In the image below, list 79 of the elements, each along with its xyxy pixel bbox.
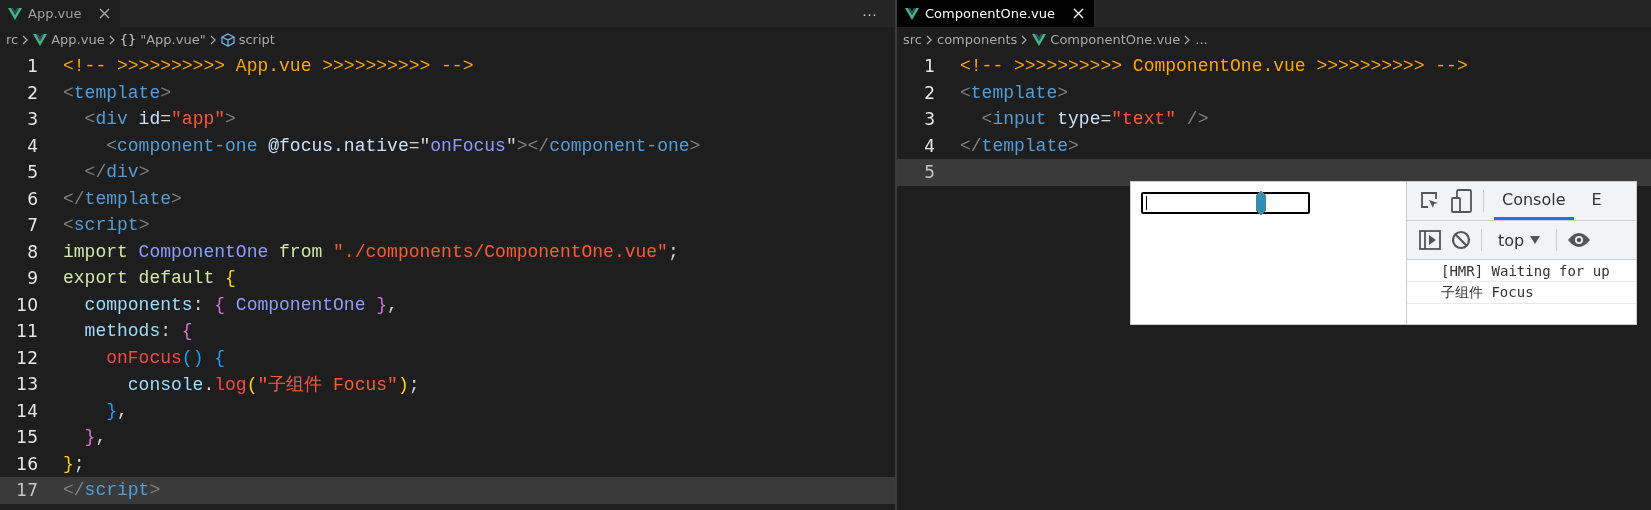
- vue-logo-icon: [33, 33, 48, 46]
- code-line: <component-one @focus.native="onFocus"></component-one>: [105, 135, 701, 156]
- breadcrumb-item[interactable]: ComponentOne.vue: [1050, 32, 1181, 47]
- cube-icon: [220, 32, 235, 47]
- code-line: </div>: [83, 162, 150, 183]
- code-line: <div id="app">: [83, 109, 236, 130]
- caret-icon: [1530, 236, 1541, 244]
- context-dropdown[interactable]: top: [1492, 229, 1547, 251]
- sidebar-toggle-icon[interactable]: [1419, 230, 1441, 250]
- code-line: </template>: [63, 188, 182, 209]
- code-line: components: { ComponentOne },: [83, 294, 398, 315]
- line-number: 7: [26, 215, 38, 236]
- vue-logo-icon: [8, 7, 22, 20]
- breadcrumb-item[interactable]: rc: [6, 32, 19, 47]
- line-number: 1: [923, 56, 935, 77]
- line-number: 2: [923, 82, 935, 103]
- close-icon[interactable]: [99, 8, 111, 19]
- line-number: 2: [26, 82, 38, 103]
- code-line: onFocus() {: [105, 347, 226, 368]
- line-number: 15: [15, 427, 38, 448]
- braces-symbol: {}: [119, 32, 137, 47]
- breadcrumb-item[interactable]: "App.vue": [140, 32, 206, 47]
- devtools-tab[interactable]: E: [1583, 182, 1610, 220]
- line-number: 9: [26, 268, 38, 289]
- code-line: <!-- >>>>>>>>>> App.vue >>>>>>>>>> -->: [63, 56, 474, 77]
- code-line: <input type="text" />: [980, 109, 1209, 130]
- breadcrumb-item[interactable]: components: [937, 32, 1018, 47]
- gem-icon: [1256, 191, 1266, 215]
- code-line: </template>: [960, 135, 1079, 156]
- line-number: 10: [15, 294, 38, 315]
- chevron-right-icon: [1184, 34, 1192, 45]
- line-number: 14: [15, 400, 38, 421]
- chevron-right-icon: [22, 34, 30, 45]
- text-input[interactable]: [1141, 192, 1310, 214]
- line-number: 12: [15, 347, 38, 368]
- line-number: 5: [26, 162, 38, 183]
- console-message: 子组件 Focus: [1407, 282, 1636, 304]
- code-line: },: [105, 400, 128, 421]
- chevron-right-icon: [108, 34, 116, 45]
- breadcrumb-item[interactable]: App.vue: [51, 32, 105, 47]
- chevron-right-icon: [926, 34, 933, 45]
- code-line: <template>: [960, 82, 1069, 103]
- code-line: </script>: [63, 480, 161, 501]
- code-line: console.log("子组件 Focus");: [126, 374, 420, 397]
- editor-tab[interactable]: ComponentOne.vue: [897, 0, 1094, 27]
- code-line: import ComponentOne from "./components/ComponentOne.vue";: [63, 241, 679, 262]
- vue-logo-icon: [905, 7, 919, 20]
- line-number: 8: [26, 241, 38, 262]
- editor-tab[interactable]: App.vue: [0, 0, 121, 27]
- more-actions-button[interactable]: ···: [844, 0, 895, 27]
- vue-logo-icon: [1032, 33, 1047, 46]
- line-number: 1: [26, 56, 38, 77]
- line-number: 11: [15, 321, 38, 342]
- line-number: 13: [15, 374, 38, 395]
- console-message: [HMR] Waiting for up: [1407, 260, 1636, 282]
- breadcrumb-item[interactable]: src: [903, 32, 922, 47]
- code-line: },: [83, 427, 107, 448]
- breadcrumb-item[interactable]: ...: [1195, 32, 1208, 47]
- code-line: <script>: [63, 215, 150, 236]
- chevron-right-icon: [1021, 34, 1029, 45]
- breadcrumb-item[interactable]: script: [238, 32, 275, 47]
- device-toolbar-icon[interactable]: [1451, 189, 1473, 213]
- eye-icon[interactable]: [1567, 232, 1592, 248]
- code-line: <!-- >>>>>>>>>> ComponentOne.vue >>>>>>>>>> -->: [960, 56, 1468, 77]
- line-number: 4: [26, 135, 38, 156]
- code-line: methods: {: [83, 321, 193, 342]
- chevron-right-icon: [209, 34, 217, 45]
- line-number: 16: [15, 453, 38, 474]
- code-line: export default {: [63, 268, 236, 289]
- clear-console-icon[interactable]: [1451, 230, 1471, 250]
- line-number: 17: [15, 480, 38, 501]
- code-line: <template>: [63, 82, 172, 103]
- line-number: 6: [26, 188, 38, 209]
- code-line: };: [63, 453, 85, 474]
- line-number: 4: [923, 135, 935, 156]
- line-number: 3: [26, 109, 38, 130]
- line-number: 5: [923, 162, 935, 183]
- line-number: 3: [923, 109, 935, 130]
- devtools-tab[interactable]: Console: [1494, 182, 1574, 220]
